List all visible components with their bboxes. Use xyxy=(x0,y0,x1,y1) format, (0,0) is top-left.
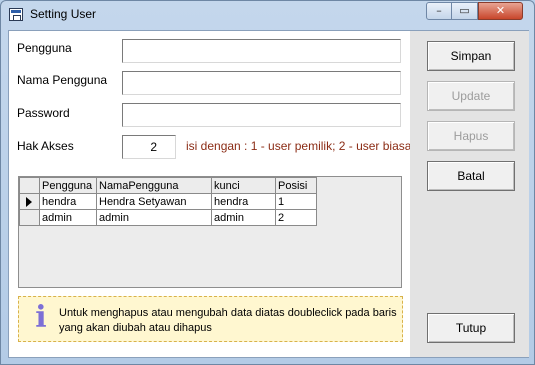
table-row[interactable]: hendra Hendra Setyawan hendra 1 xyxy=(19,193,317,210)
row-selector-header xyxy=(19,177,40,194)
password-input[interactable] xyxy=(122,103,401,127)
current-row-arrow-icon xyxy=(26,197,32,207)
nama-pengguna-label: Nama Pengguna xyxy=(17,73,108,87)
window-title: Setting User xyxy=(30,7,97,21)
info-panel: i Untuk menghapus atau mengubah data dia… xyxy=(18,296,403,342)
update-button[interactable]: Update xyxy=(427,81,515,111)
nama-pengguna-input[interactable] xyxy=(122,71,401,95)
user-data-grid[interactable]: Pengguna NamaPengguna kunci Posisi hendr… xyxy=(18,176,402,288)
hak-akses-label: Hak Akses xyxy=(17,139,74,153)
pengguna-label: Pengguna xyxy=(17,41,72,55)
batal-button[interactable]: Batal xyxy=(427,161,515,191)
pengguna-input[interactable] xyxy=(122,39,401,63)
column-header-kunci[interactable]: kunci xyxy=(211,177,276,194)
close-button[interactable]: ✕ xyxy=(478,2,523,20)
cell-posisi[interactable]: 1 xyxy=(275,193,317,210)
table-header-row: Pengguna NamaPengguna kunci Posisi xyxy=(19,177,317,194)
info-text: Untuk menghapus atau mengubah data diata… xyxy=(59,307,397,334)
app-icon[interactable] xyxy=(9,8,23,21)
table-row[interactable]: admin admin admin 2 xyxy=(19,209,317,226)
hapus-button[interactable]: Hapus xyxy=(427,121,515,151)
user-table: Pengguna NamaPengguna kunci Posisi hendr… xyxy=(19,177,317,226)
hak-akses-input[interactable] xyxy=(122,135,176,159)
cell-pengguna[interactable]: hendra xyxy=(39,193,97,210)
minimize-button[interactable]: – xyxy=(426,2,452,20)
cell-kunci[interactable]: admin xyxy=(211,209,276,226)
cell-kunci[interactable]: hendra xyxy=(211,193,276,210)
column-header-posisi[interactable]: Posisi xyxy=(275,177,317,194)
column-header-pengguna[interactable]: Pengguna xyxy=(39,177,97,194)
setting-user-window: Setting User – ▭ ✕ Pengguna Nama Penggun… xyxy=(0,0,535,365)
button-panel: Simpan Update Hapus Batal Tutup xyxy=(410,31,529,357)
cell-namapengguna[interactable]: admin xyxy=(96,209,212,226)
cell-namapengguna[interactable]: Hendra Setyawan xyxy=(96,193,212,210)
title-bar[interactable]: Setting User – ▭ ✕ xyxy=(1,1,534,29)
maximize-button[interactable]: ▭ xyxy=(452,2,478,20)
simpan-button[interactable]: Simpan xyxy=(427,41,515,71)
info-icon: i xyxy=(35,300,47,335)
cell-posisi[interactable]: 2 xyxy=(275,209,317,226)
row-selector[interactable] xyxy=(19,193,40,210)
form-client-area: Pengguna Nama Pengguna Password Hak Akse… xyxy=(8,30,529,358)
row-selector[interactable] xyxy=(19,209,40,226)
hak-akses-hint: isi dengan : 1 - user pemilik; 2 - user … xyxy=(186,139,412,153)
column-header-namapengguna[interactable]: NamaPengguna xyxy=(96,177,212,194)
tutup-button[interactable]: Tutup xyxy=(427,313,515,343)
password-label: Password xyxy=(17,106,70,120)
cell-pengguna[interactable]: admin xyxy=(39,209,97,226)
